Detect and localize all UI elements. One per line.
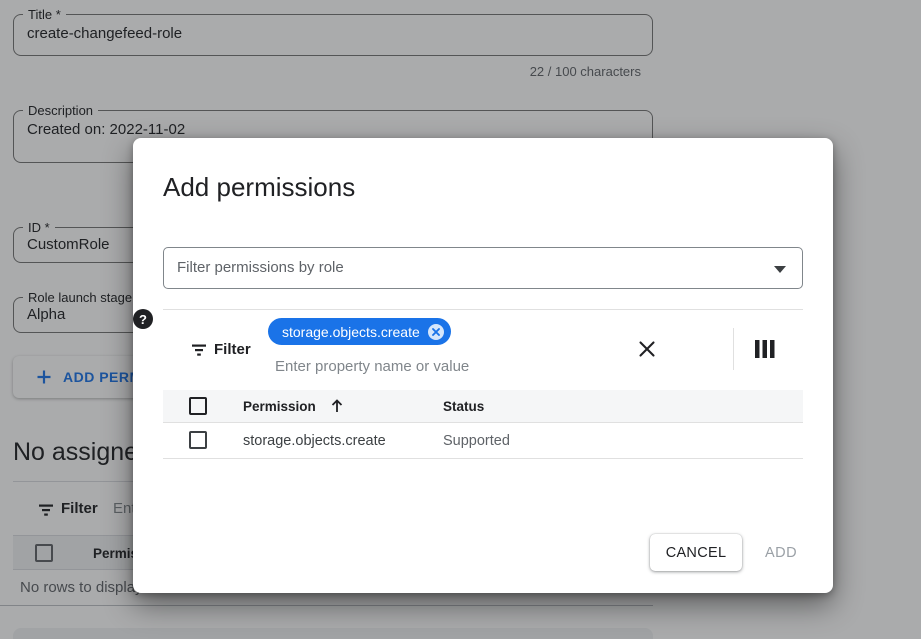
filter-icon [189, 340, 209, 360]
filter-label: Filter [214, 341, 251, 358]
dialog-title: Add permissions [163, 172, 355, 203]
chevron-down-icon [774, 266, 786, 273]
permissions-filter-bar: Filter storage.objects.create Enter prop… [133, 309, 833, 389]
filter-chip-label: storage.objects.create [282, 324, 420, 340]
add-button[interactable]: ADD [751, 534, 811, 571]
status-cell: Supported [443, 433, 510, 449]
divider [733, 328, 734, 370]
filter-permissions-by-role-select[interactable]: Filter permissions by role [163, 247, 803, 289]
chip-remove-icon[interactable] [427, 323, 445, 341]
cancel-button[interactable]: CANCEL [650, 534, 742, 571]
permissions-table: Permission Status storage.objects.create… [163, 390, 803, 459]
select-all-checkbox[interactable] [189, 397, 207, 415]
permissions-table-header: Permission Status [163, 390, 803, 423]
permission-cell: storage.objects.create [243, 433, 386, 449]
filter-chip[interactable]: storage.objects.create [268, 318, 451, 345]
status-column-header[interactable]: Status [443, 399, 484, 414]
table-row[interactable]: storage.objects.create Supported [163, 423, 803, 459]
column-display-options-icon[interactable] [753, 339, 777, 359]
sort-ascending-icon[interactable] [329, 397, 345, 415]
clear-filters-icon[interactable] [637, 339, 657, 359]
create-role-page: Title * create-changefeed-role 22 / 100 … [0, 0, 921, 639]
help-icon[interactable]: ? [133, 309, 153, 329]
filter-input-placeholder[interactable]: Enter property name or value [275, 358, 469, 375]
row-checkbox[interactable] [189, 431, 207, 449]
filter-permissions-by-role-value: Filter permissions by role [177, 259, 344, 276]
add-permissions-dialog: Add permissions Filter permissions by ro… [133, 138, 833, 593]
permission-column-header[interactable]: Permission [243, 399, 316, 414]
